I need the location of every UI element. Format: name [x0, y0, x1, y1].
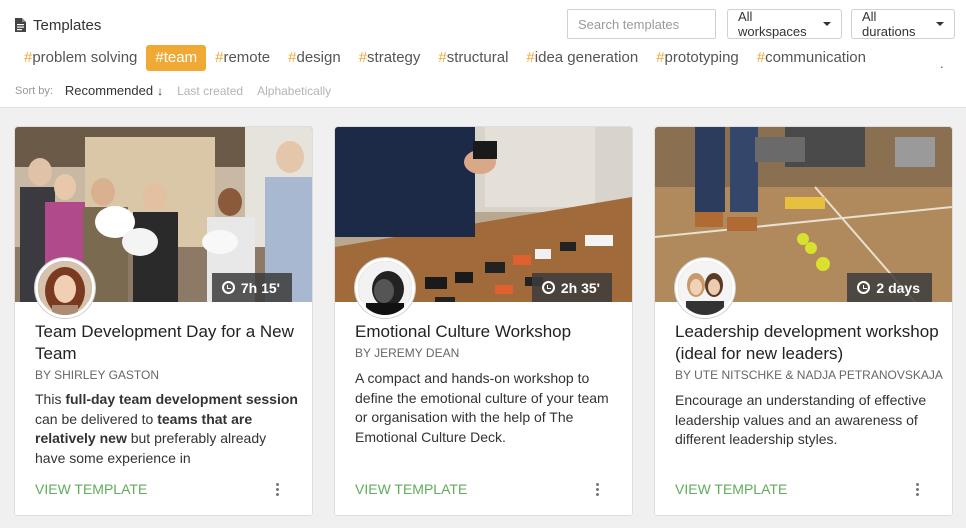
author-avatar[interactable]: [355, 258, 415, 318]
sort-bar: Sort by: Recommended ↓ Last created Alpha…: [15, 82, 345, 99]
arrow-down-icon: ↓: [157, 84, 164, 98]
tag-problem-solving[interactable]: #problem solving: [15, 45, 146, 71]
duration-badge: 2h 35': [531, 273, 612, 302]
clock-icon: [857, 281, 871, 294]
tag-communication[interactable]: #communication: [748, 45, 875, 71]
tag-filter-list: #problem solving #team #remote #design #…: [15, 45, 875, 71]
search-input[interactable]: [567, 9, 716, 39]
view-template-link[interactable]: VIEW TEMPLATE: [35, 481, 147, 497]
sort-last-created[interactable]: Last created: [177, 84, 243, 98]
template-description: This full-day team development session c…: [35, 391, 298, 466]
page-title: Templates: [15, 15, 101, 35]
tag-structural[interactable]: #structural: [429, 45, 517, 71]
tag-team[interactable]: #team: [146, 45, 207, 71]
duration-filter-dropdown[interactable]: All durations: [851, 9, 955, 39]
template-card[interactable]: 2 days Leadership development workshop (…: [654, 126, 953, 516]
tag-design[interactable]: #design: [279, 45, 350, 71]
template-title[interactable]: Emotional Culture Workshop: [355, 321, 620, 343]
tag-idea-generation[interactable]: #idea generation: [517, 45, 647, 71]
top-bar: Templates All workspaces All durations #…: [0, 0, 966, 108]
duration-filter-label: All durations: [862, 9, 916, 39]
more-options-icon[interactable]: [276, 483, 280, 497]
tags-overflow-indicator[interactable]: .: [940, 56, 944, 71]
duration-badge: 7h 15': [211, 273, 292, 302]
sort-recommended[interactable]: Recommended ↓: [65, 83, 163, 98]
tag-prototyping[interactable]: #prototyping: [647, 45, 748, 71]
duration-badge: 2 days: [847, 273, 932, 302]
template-author: BY UTE NITSCHKE & NADJA PETRANOVSKAJA: [675, 368, 943, 382]
template-description: A compact and hands-on workshop to defin…: [355, 370, 609, 445]
tag-remote[interactable]: #remote: [206, 45, 279, 71]
template-description: Encourage an understanding of effective …: [675, 392, 927, 447]
template-author: BY SHIRLEY GASTON: [35, 368, 160, 382]
sort-alphabetically[interactable]: Alphabetically: [257, 84, 331, 98]
template-title[interactable]: Team Development Day for a New Team: [35, 321, 300, 365]
template-card[interactable]: 2h 35' Emotional Culture Workshop BY JER…: [334, 126, 633, 516]
view-template-link[interactable]: VIEW TEMPLATE: [675, 481, 787, 497]
caret-down-icon: [936, 22, 944, 26]
author-avatar[interactable]: [675, 258, 735, 318]
template-card[interactable]: 7h 15' Team Development Day for a New Te…: [14, 126, 313, 516]
template-author: BY JEREMY DEAN: [355, 346, 460, 360]
caret-down-icon: [823, 22, 831, 26]
clock-icon: [221, 281, 235, 294]
workspace-filter-label: All workspaces: [738, 9, 807, 39]
more-options-icon[interactable]: [916, 483, 920, 497]
author-avatar[interactable]: [35, 258, 95, 318]
sort-label: Sort by:: [15, 84, 53, 97]
document-icon: [15, 18, 26, 32]
page-title-text: Templates: [33, 16, 102, 34]
more-options-icon[interactable]: [596, 483, 600, 497]
clock-icon: [541, 281, 555, 294]
tag-strategy[interactable]: #strategy: [350, 45, 430, 71]
workspace-filter-dropdown[interactable]: All workspaces: [727, 9, 842, 39]
template-title[interactable]: Leadership development workshop (ideal f…: [675, 321, 940, 365]
view-template-link[interactable]: VIEW TEMPLATE: [355, 481, 467, 497]
